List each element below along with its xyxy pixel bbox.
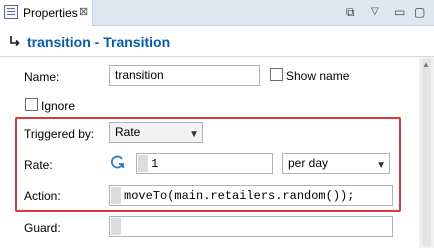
show-name-label: Show name: [286, 69, 350, 83]
tab-properties[interactable]: Properties ⊠: [0, 0, 93, 26]
chevron-down-icon: ▼: [376, 160, 386, 171]
rate-field[interactable]: 1: [136, 153, 273, 174]
rate-unit-value: per day: [288, 156, 329, 170]
close-icon[interactable]: ⊠: [79, 5, 88, 19]
triggered-by-select[interactable]: Rate ▼: [109, 122, 203, 143]
action-label: Action:: [24, 189, 61, 203]
rate-label: Rate:: [24, 158, 53, 172]
view-tab-bar: Properties ⊠ ⧉ ▽ ▭ ▢: [0, 0, 434, 26]
show-name-checkbox[interactable]: [270, 68, 283, 81]
chevron-down-icon: ▼: [189, 129, 199, 140]
action-code: moveTo(main.retailers.random());: [124, 189, 355, 203]
scrollbar-thumb[interactable]: [422, 59, 431, 246]
ignore-label: Ignore: [41, 99, 76, 113]
rate-unit-select[interactable]: per day ▼: [282, 153, 390, 174]
triggered-by-value: Rate: [115, 125, 141, 139]
properties-header: transition - Transition: [0, 26, 434, 57]
page-title: transition - Transition: [27, 34, 171, 50]
name-field[interactable]: transition: [109, 65, 260, 86]
view-menu-icon[interactable]: ▽: [371, 4, 379, 20]
maximize-icon[interactable]: ▢: [414, 4, 425, 20]
field-gutter: [111, 218, 121, 235]
action-field[interactable]: moveTo(main.retailers.random());: [109, 185, 393, 206]
guard-field[interactable]: [109, 216, 393, 237]
dynamic-value-icon[interactable]: [109, 154, 127, 173]
properties-icon: [4, 5, 18, 19]
ignore-checkbox[interactable]: [25, 98, 38, 111]
pin-icon[interactable]: ⧉: [346, 4, 355, 20]
minimize-icon[interactable]: ▭: [394, 4, 405, 20]
tab-label: Properties: [23, 6, 78, 20]
field-gutter: [138, 155, 148, 172]
triggered-by-label: Triggered by:: [24, 127, 95, 141]
transition-icon: [7, 34, 21, 51]
guard-label: Guard:: [24, 221, 61, 235]
vertical-scrollbar[interactable]: ▲: [419, 57, 434, 248]
scroll-up-icon[interactable]: ▲: [422, 60, 430, 69]
name-label: Name:: [24, 70, 60, 84]
rate-value: 1: [151, 157, 159, 171]
field-gutter: [111, 187, 121, 204]
